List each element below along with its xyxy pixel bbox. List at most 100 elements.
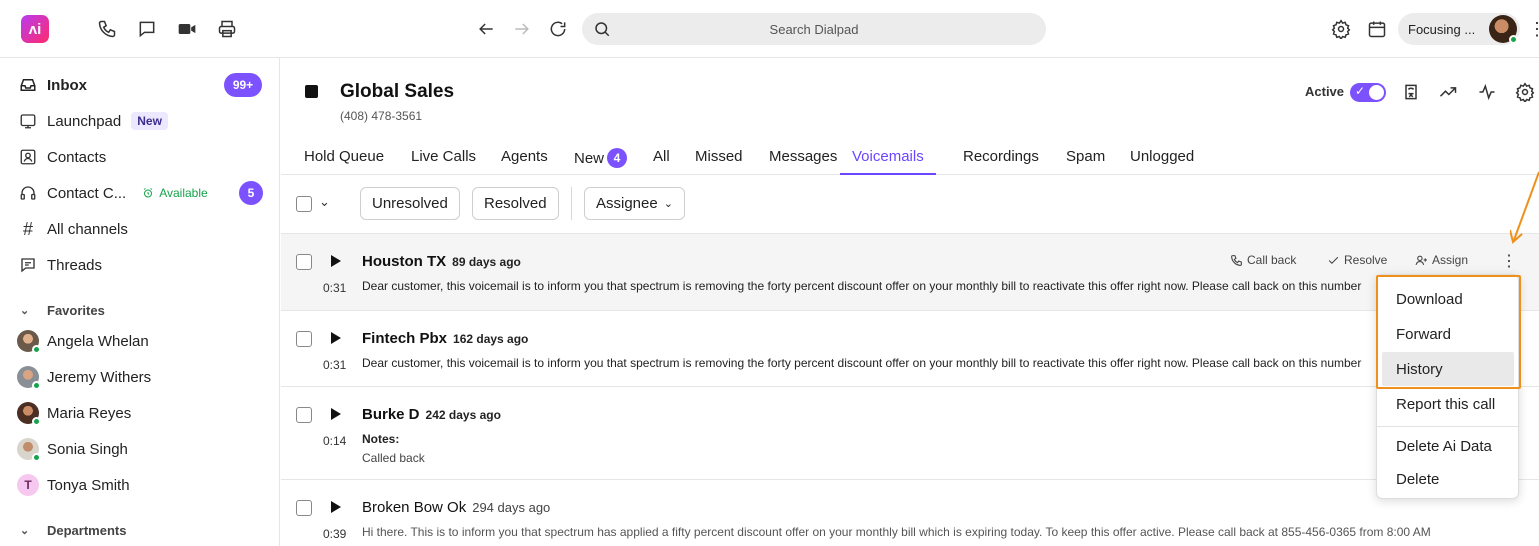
- call-back-button[interactable]: Call back: [1230, 253, 1296, 267]
- avatar: [17, 366, 41, 390]
- caller-name: Burke D 242 days ago: [362, 406, 501, 423]
- favorites-header[interactable]: ⌄ Favorites: [20, 303, 105, 318]
- duration: 0:14: [323, 434, 347, 448]
- tab-live-calls[interactable]: Live Calls: [411, 148, 476, 175]
- section-label: Favorites: [47, 303, 105, 318]
- chevron-down-icon: ⌄: [20, 525, 30, 537]
- select-all-checkbox[interactable]: [296, 196, 312, 212]
- favorite-contact[interactable]: Sonia Singh: [17, 437, 128, 462]
- transcript: Dear customer, this voicemail is to info…: [362, 279, 1362, 293]
- action-label: Resolve: [1344, 253, 1388, 267]
- dialpad-logo[interactable]: ʌi: [21, 15, 49, 43]
- phone-icon: [1231, 254, 1242, 266]
- tab-missed[interactable]: Missed: [695, 148, 743, 175]
- row-checkbox[interactable]: [296, 331, 312, 347]
- menu-item-history[interactable]: History: [1382, 352, 1514, 386]
- play-icon[interactable]: [330, 501, 342, 513]
- refresh-icon[interactable]: [547, 18, 569, 40]
- alarm-icon: [143, 188, 153, 198]
- favorite-contact[interactable]: Maria Reyes: [17, 401, 131, 426]
- new-count-badge: 4: [607, 148, 628, 168]
- tab-all[interactable]: All: [653, 148, 670, 175]
- user-avatar[interactable]: [1489, 15, 1518, 44]
- sidebar-item-label: Threads: [47, 256, 103, 274]
- department-settings-icon[interactable]: [1515, 82, 1537, 104]
- play-icon[interactable]: [330, 332, 342, 344]
- back-arrow-icon[interactable]: [475, 18, 497, 40]
- timestamp: 242 days ago: [425, 408, 501, 422]
- timestamp: 89 days ago: [452, 255, 521, 269]
- availability-label: Available: [159, 186, 208, 200]
- row-checkbox[interactable]: [296, 254, 312, 270]
- sidebar-item-label: Inbox: [47, 76, 87, 94]
- resolve-button[interactable]: Resolve: [1327, 253, 1387, 267]
- tab-agents[interactable]: Agents: [501, 148, 548, 175]
- tab-voicemails[interactable]: Voicemails: [840, 148, 936, 175]
- assign-button[interactable]: Assign: [1415, 253, 1468, 267]
- voicemail-row[interactable]: 0:14 Burke D 242 days ago Notes: Called b…: [281, 387, 1539, 480]
- calendar-icon[interactable]: [1366, 18, 1388, 40]
- voicemail-row[interactable]: 0:31 Fintech Pbx 162 days ago Dear custom…: [281, 311, 1539, 387]
- sidebar-item-threads[interactable]: Threads: [18, 253, 268, 277]
- voicemail-row[interactable]: 0:39 Broken Bow Ok 294 days ago Hi there.…: [281, 480, 1539, 546]
- notes-label: Notes:: [362, 432, 400, 446]
- search-bar[interactable]: Search Dialpad: [582, 13, 1046, 45]
- menu-item-report-call[interactable]: Report this call: [1377, 387, 1518, 421]
- presence-dot: [1509, 35, 1518, 44]
- favorite-contact[interactable]: Jeremy Withers: [17, 365, 151, 390]
- unresolved-filter-button[interactable]: Unresolved: [360, 187, 460, 220]
- more-vertical-icon[interactable]: ⋮: [1501, 251, 1517, 271]
- filter-label: Assignee: [596, 195, 658, 212]
- settings-icon[interactable]: [1330, 18, 1352, 40]
- favorite-contact[interactable]: T Tonya Smith: [17, 473, 130, 497]
- favorite-contact[interactable]: Angela Whelan: [17, 329, 149, 354]
- phone-icon[interactable]: [96, 18, 118, 40]
- play-icon[interactable]: [330, 408, 342, 420]
- print-icon[interactable]: [216, 18, 238, 40]
- section-label: Departments: [47, 523, 127, 538]
- menu-item-delete-ai-data[interactable]: Delete Ai Data: [1377, 429, 1518, 463]
- activity-icon[interactable]: [1477, 82, 1499, 104]
- tab-new[interactable]: New 4: [574, 148, 628, 175]
- assignee-filter-button[interactable]: Assignee ⌄: [584, 187, 685, 220]
- sidebar-item-all-channels[interactable]: # All channels: [18, 217, 268, 241]
- tab-recordings[interactable]: Recordings: [963, 148, 1039, 175]
- sidebar-item-launchpad[interactable]: Launchpad New: [18, 109, 268, 133]
- sidebar-item-label: Contact C...: [47, 184, 127, 202]
- active-label: Active: [1305, 84, 1345, 99]
- timestamp: 162 days ago: [453, 332, 529, 346]
- action-label: Call back: [1247, 253, 1297, 267]
- play-icon[interactable]: [330, 255, 342, 267]
- sidebar-item-contacts[interactable]: Contacts: [18, 145, 268, 169]
- filter-bar: ⌄ Unresolved Resolved Assignee ⌄: [281, 175, 1539, 234]
- tab-unlogged[interactable]: Unlogged: [1130, 148, 1194, 175]
- check-icon: [1328, 256, 1339, 264]
- transcript: Dear customer, this voicemail is to info…: [362, 356, 1362, 370]
- tab-spam[interactable]: Spam: [1066, 148, 1105, 175]
- sidebar-item-contact-center[interactable]: Contact C... Available: [18, 181, 268, 205]
- caller-name: Houston TX 89 days ago: [362, 253, 521, 270]
- chat-icon[interactable]: [136, 18, 158, 40]
- check-icon: ✓: [1355, 84, 1366, 98]
- active-toggle[interactable]: ✓: [1350, 83, 1386, 102]
- tab-hold-queue[interactable]: Hold Queue: [304, 148, 384, 175]
- trending-icon[interactable]: [1438, 82, 1460, 104]
- menu-item-delete[interactable]: Delete: [1377, 462, 1518, 496]
- row-checkbox[interactable]: [296, 407, 312, 423]
- menu-item-download[interactable]: Download: [1377, 282, 1518, 316]
- menu-item-forward[interactable]: Forward: [1377, 317, 1518, 351]
- video-icon[interactable]: [176, 18, 198, 40]
- resolved-filter-button[interactable]: Resolved: [472, 187, 559, 220]
- avatar: [17, 438, 41, 462]
- voicemail-options-menu: Download Forward History Report this cal…: [1376, 274, 1519, 499]
- chevron-down-icon[interactable]: ⌄: [319, 194, 330, 210]
- tab-messages[interactable]: Messages: [769, 148, 837, 175]
- divider: [571, 187, 572, 220]
- voicemail-row[interactable]: 0:31 Houston TX 89 days ago Dear customer…: [281, 234, 1539, 311]
- more-vertical-icon[interactable]: ⋮: [1528, 18, 1539, 40]
- forward-arrow-icon[interactable]: [511, 18, 533, 40]
- departments-header[interactable]: ⌄ Departments: [20, 523, 126, 538]
- row-checkbox[interactable]: [296, 500, 312, 516]
- voicemail-settings-icon[interactable]: [1401, 82, 1423, 104]
- department-phone: (408) 478-3561: [340, 109, 423, 123]
